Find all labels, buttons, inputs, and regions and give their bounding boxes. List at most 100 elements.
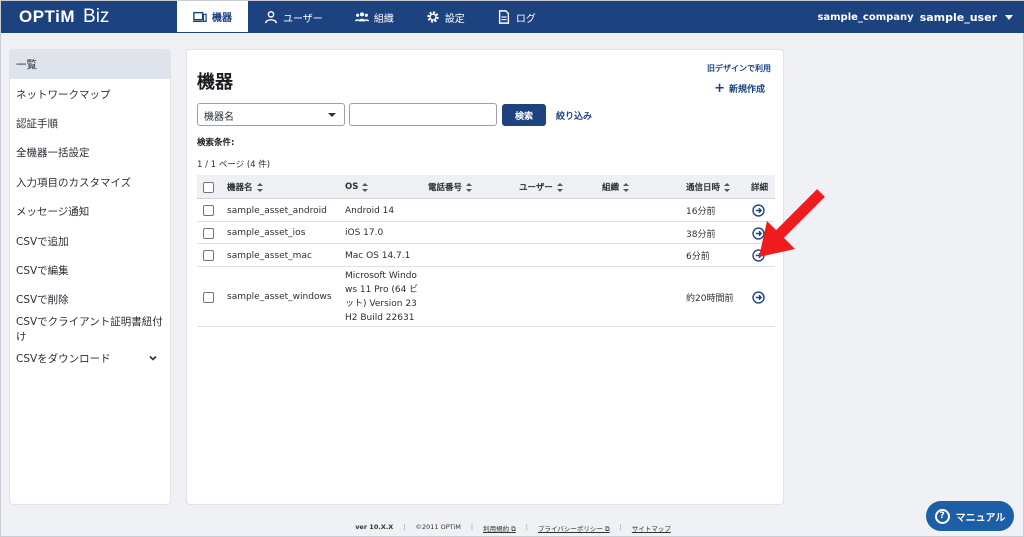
device-icon — [193, 11, 207, 22]
search-input[interactable] — [349, 103, 497, 126]
search-conditions-label: 検索条件: — [197, 138, 235, 148]
nav-tab-label: 組織 — [373, 13, 394, 25]
arrow-right-circle-icon[interactable] — [752, 249, 765, 262]
search-field-select[interactable]: 機器名 — [197, 103, 345, 126]
nav-tab-label: ユーザー — [283, 13, 323, 25]
search-button[interactable]: 検索 — [502, 104, 546, 126]
privacy-link[interactable]: プライバシーポリシー ⧉ — [538, 523, 610, 534]
sidebar-item-csv-download[interactable]: CSVをダウンロード — [10, 344, 170, 373]
row-checkbox[interactable] — [203, 227, 214, 239]
account-menu[interactable]: sample_company sample_user — [817, 1, 1013, 33]
sort-icon — [362, 182, 369, 192]
sidebar-item-label: 認証手順 — [16, 117, 58, 130]
footer-divider: | — [525, 523, 528, 531]
terms-link[interactable]: 利用規約 ⧉ — [483, 523, 516, 534]
sidebar-item-csv-delete[interactable]: CSVで削除 — [10, 285, 170, 314]
column-label: ユーザー — [519, 183, 553, 193]
sidebar-item-label: CSVをダウンロード — [16, 353, 111, 366]
nav-tab-devices[interactable]: 機器 — [177, 1, 248, 32]
device-os: Android 14 — [345, 205, 395, 216]
sidebar-item-auth-procedure[interactable]: 認証手順 — [10, 109, 170, 138]
column-label: 通信日時 — [686, 183, 721, 193]
username: sample_user — [919, 10, 997, 24]
arrow-right-circle-icon[interactable] — [752, 290, 765, 304]
table-row[interactable]: sample_asset_mac Mac OS 14.7.1 6分前 — [197, 244, 775, 267]
device-name: sample_asset_mac — [227, 250, 312, 261]
table-row[interactable]: sample_asset_ios iOS 17.0 38分前 — [197, 222, 775, 244]
table-header: 機器名 OS 電話番号 ユーザー 組織 通信日時 詳細 — [197, 175, 775, 199]
help-icon: ? — [934, 508, 950, 524]
select-all-checkbox[interactable] — [203, 181, 214, 193]
device-last-comm: 6分前 — [686, 252, 710, 262]
column-header-user[interactable]: ユーザー — [519, 175, 563, 199]
row-checkbox[interactable] — [203, 291, 214, 303]
device-os: Mac OS 14.7.1 — [345, 250, 411, 261]
column-header-org[interactable]: 組織 — [602, 175, 630, 199]
sidebar: 一覧 ネットワークマップ 認証手順 全機器一括設定 入力項目のカスタマイズ メッ… — [9, 49, 171, 505]
log-icon — [498, 10, 509, 24]
manual-button-label: マニュアル — [955, 512, 1006, 524]
organization-icon — [354, 12, 369, 22]
footer-divider: | — [403, 523, 406, 531]
sidebar-item-bulk-settings[interactable]: 全機器一括設定 — [10, 138, 170, 167]
column-header-name[interactable]: 機器名 — [227, 175, 263, 199]
device-name: sample_asset_ios — [227, 228, 306, 238]
nav-tab-settings[interactable]: 設定 — [410, 1, 481, 33]
table-row[interactable]: sample_asset_windows Microsoft Windows 1… — [197, 267, 775, 327]
nav-tab-organizations[interactable]: 組織 — [339, 1, 410, 33]
sort-icon — [256, 182, 263, 192]
column-label: OS — [345, 182, 359, 192]
device-table: 機器名 OS 電話番号 ユーザー 組織 通信日時 詳細 sample_asset… — [197, 175, 775, 327]
sort-icon — [623, 182, 630, 192]
manual-button[interactable]: ? マニュアル — [926, 501, 1014, 531]
legacy-design-link[interactable]: 旧デザインで利用 — [707, 63, 771, 74]
arrow-right-circle-icon[interactable] — [752, 226, 765, 240]
device-last-comm: 約20時間前 — [686, 293, 734, 304]
sidebar-item-label: CSVで追加 — [16, 235, 69, 248]
privacy-link-label: プライバシーポリシー — [538, 525, 603, 533]
select-all-checkbox-cell — [203, 175, 214, 199]
filter-link[interactable]: 絞り込み — [556, 109, 592, 122]
create-new-button[interactable]: + 新規作成 — [714, 81, 765, 96]
main-nav: 機器 ユーザー 組織 設定 ログ — [177, 1, 552, 33]
table-row[interactable]: sample_asset_android Android 14 16分前 — [197, 199, 775, 222]
nav-tab-users[interactable]: ユーザー — [248, 1, 339, 33]
footer-divider: | — [470, 523, 474, 531]
user-icon — [265, 11, 277, 24]
optim-biz-logo[interactable]: OPTiM Biz — [19, 6, 109, 28]
select-value: 機器名 — [204, 112, 234, 123]
column-header-last-comm[interactable]: 通信日時 — [686, 175, 731, 199]
sort-icon — [466, 182, 473, 192]
row-checkbox[interactable] — [203, 250, 214, 261]
device-name: sample_asset_android — [227, 205, 327, 216]
plus-icon: + — [714, 81, 725, 96]
sidebar-item-csv-edit[interactable]: CSVで編集 — [10, 256, 170, 285]
sort-icon — [556, 182, 563, 192]
column-header-os[interactable]: OS — [345, 175, 369, 199]
sidebar-item-label: ネットワークマップ — [16, 88, 111, 101]
footer-divider: | — [619, 523, 622, 531]
sidebar-item-csv-add[interactable]: CSVで追加 — [10, 226, 170, 255]
sidebar-item-network-map[interactable]: ネットワークマップ — [10, 79, 170, 108]
sidebar-item-label: メッセージ通知 — [16, 206, 90, 219]
device-last-comm: 38分前 — [686, 229, 716, 240]
main-panel: 機器 旧デザインで利用 + 新規作成 機器名 検索 絞り込み 検索条件: 1 /… — [186, 49, 784, 505]
sidebar-item-label: CSVで編集 — [16, 264, 69, 277]
chevron-down-icon — [149, 355, 157, 361]
sitemap-link[interactable]: サイトマップ — [632, 523, 671, 534]
footer: ver 10.X.X | ©2011 OPTiM | 利用規約 ⧉ | プライバ… — [1, 523, 1024, 534]
external-link-icon: ⧉ — [604, 525, 610, 533]
row-checkbox[interactable] — [203, 205, 214, 216]
sidebar-item-label: 入力項目のカスタマイズ — [16, 176, 132, 189]
sidebar-item-list[interactable]: 一覧 — [10, 50, 170, 80]
sidebar-item-csv-cert-link[interactable]: CSVでクライアント証明書紐付け — [10, 315, 170, 344]
sidebar-item-label: 一覧 — [16, 59, 37, 72]
column-header-phone[interactable]: 電話番号 — [428, 175, 473, 199]
nav-tab-label: ログ — [515, 13, 536, 25]
sidebar-item-customize-fields[interactable]: 入力項目のカスタマイズ — [10, 168, 170, 197]
arrow-right-circle-icon[interactable] — [752, 204, 765, 217]
nav-tab-logs[interactable]: ログ — [481, 1, 552, 33]
device-last-comm: 16分前 — [686, 207, 716, 217]
nav-tab-label: 設定 — [444, 13, 465, 25]
sidebar-item-message-notify[interactable]: メッセージ通知 — [10, 197, 170, 226]
